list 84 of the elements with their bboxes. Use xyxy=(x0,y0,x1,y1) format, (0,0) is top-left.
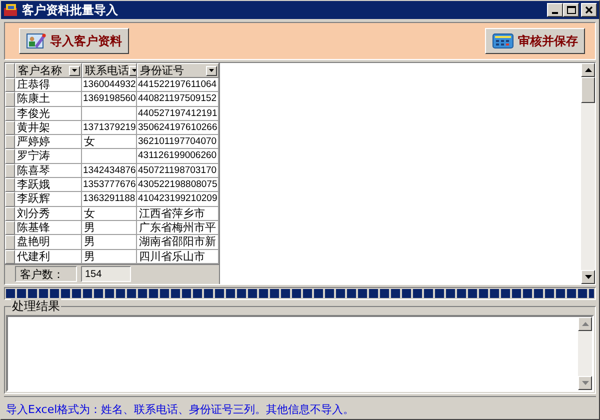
customer-count-field: 154 xyxy=(81,266,131,282)
row-selector[interactable] xyxy=(5,120,15,136)
table-cell: 广东省梅州市平 xyxy=(137,220,219,236)
calculator-icon xyxy=(492,33,514,49)
table-cell: 431126199006260 xyxy=(137,149,219,164)
table-cell: 女 xyxy=(82,135,137,150)
row-selector[interactable] xyxy=(5,250,15,264)
minimize-icon xyxy=(552,12,558,14)
maximize-button[interactable] xyxy=(563,3,579,17)
table-cell: 350624197610266 xyxy=(137,120,219,136)
row-selector[interactable] xyxy=(5,178,15,192)
row-selector[interactable] xyxy=(5,164,15,178)
table-cell: 陈喜琴 xyxy=(15,164,82,178)
table-cell: 盘艳明 xyxy=(15,235,82,250)
table-cell: 1353777676 xyxy=(82,178,137,192)
table-cell: 李跃辉 xyxy=(15,192,82,207)
table-cell: 1363291188 xyxy=(82,192,137,207)
table-cell xyxy=(82,106,137,121)
caret-icon xyxy=(132,69,136,72)
scroll-thumb[interactable] xyxy=(581,77,595,103)
table-cell: 黄井架 xyxy=(15,120,82,136)
table-cell: 庄恭得 xyxy=(15,78,82,92)
row-selector[interactable] xyxy=(5,92,15,107)
status-text: 导入Excel格式为：姓名、联系电话、身份证号三列。其他信息不导入。 xyxy=(6,402,354,416)
table-cell: 男 xyxy=(82,235,137,250)
table-cell: 四川省乐山市 xyxy=(137,250,219,264)
app-icon xyxy=(3,3,19,17)
table-cell: 440527197412191 xyxy=(137,106,219,121)
row-selector[interactable] xyxy=(5,149,15,164)
column-header[interactable]: 联系电话 xyxy=(82,63,137,78)
dropdown-button[interactable] xyxy=(69,66,80,76)
table-cell: 陈康土 xyxy=(15,92,82,107)
table-cell: 男 xyxy=(82,220,137,236)
table-cell: 362101197704070 xyxy=(137,135,219,150)
row-selector[interactable] xyxy=(5,135,15,150)
table-cell: 李俊光 xyxy=(15,106,82,121)
row-selector[interactable] xyxy=(5,192,15,207)
vertical-scrollbar[interactable] xyxy=(578,317,592,390)
table-cell: 1371379219 xyxy=(82,120,137,136)
table-cell: 男 xyxy=(82,250,137,264)
table-cell: 罗宁涛 xyxy=(15,149,82,164)
table-cell: 1369198560 xyxy=(82,92,137,107)
caret-icon xyxy=(72,69,77,72)
table-cell: 湖南省邵阳市新 xyxy=(137,235,219,250)
table-cell: 严婷婷 xyxy=(15,135,82,150)
table-cell: 410423199210209 xyxy=(137,192,219,207)
minimize-button[interactable] xyxy=(547,3,563,17)
down-arrow-icon xyxy=(584,275,592,279)
table-cell: 440821197509152 xyxy=(137,92,219,107)
row-selector[interactable] xyxy=(5,78,15,92)
down-arrow-icon xyxy=(582,381,588,385)
save-button[interactable]: 审核并保存 xyxy=(485,28,585,54)
column-header[interactable]: 客户名称 xyxy=(15,63,82,78)
dropdown-button[interactable] xyxy=(206,66,217,76)
group-label: 处理结果 xyxy=(11,299,61,313)
up-arrow-icon xyxy=(584,68,592,72)
row-selector[interactable] xyxy=(5,235,15,250)
column-header[interactable]: 身份证号 xyxy=(137,63,219,78)
table-cell: 代建利 xyxy=(15,250,82,264)
close-icon xyxy=(584,5,594,15)
row-selector[interactable] xyxy=(5,106,15,121)
up-arrow-icon xyxy=(582,322,588,326)
table-cell xyxy=(82,149,137,164)
table-cell: 430522198808075 xyxy=(137,178,219,192)
import-button[interactable]: 导入客户资料 xyxy=(19,28,129,54)
row-selector[interactable] xyxy=(5,220,15,236)
table-cell: 陈基锋 xyxy=(15,220,82,236)
table-cell: 450721198703170 xyxy=(137,164,219,178)
caret-icon xyxy=(209,69,214,72)
table-cell: 1360044932 xyxy=(82,78,137,92)
table-cell: 441522197611064 xyxy=(137,78,219,92)
table-cell: 女 xyxy=(82,206,137,221)
contact-card-pen-icon xyxy=(26,32,46,50)
window-title: 客户资料批量导入 xyxy=(22,2,119,18)
vertical-scrollbar[interactable] xyxy=(581,63,595,284)
customer-count-label: 客户数： xyxy=(15,266,77,282)
result-text-area[interactable] xyxy=(6,315,594,392)
maximize-icon xyxy=(566,5,576,15)
table-cell: 1342434876 xyxy=(82,164,137,178)
close-button[interactable] xyxy=(581,3,597,17)
table-cell: 江西省萍乡市 xyxy=(137,206,219,221)
row-selector[interactable] xyxy=(5,206,15,221)
table-cell: 李跃娥 xyxy=(15,178,82,192)
table-cell: 刘分秀 xyxy=(15,206,82,221)
